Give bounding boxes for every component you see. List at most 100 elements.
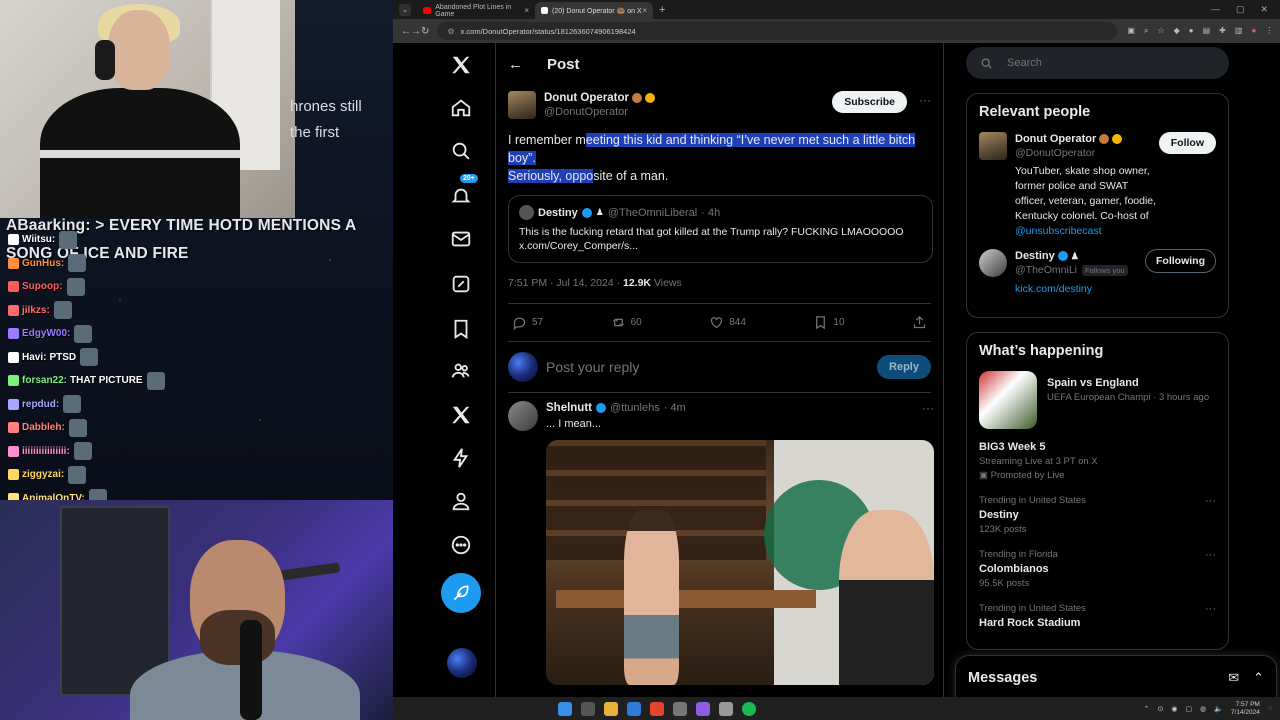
- extension-icon[interactable]: ◆: [1174, 26, 1180, 36]
- more-options-icon[interactable]: ···: [922, 401, 934, 415]
- communities-icon[interactable]: [437, 351, 485, 391]
- messages-drawer[interactable]: Messages ✉ ⌃: [955, 655, 1277, 697]
- relevant-person[interactable]: Destiny ♟ @TheOmniLi Follows you kick.co…: [979, 249, 1216, 297]
- extension-icon[interactable]: ▣: [1127, 26, 1135, 36]
- reply-action[interactable]: 57: [512, 315, 543, 330]
- menu-icon[interactable]: ⋮: [1265, 26, 1273, 36]
- expand-icon[interactable]: ⌃: [1253, 670, 1264, 686]
- reload-icon[interactable]: ↻: [421, 26, 429, 37]
- file-explorer-icon[interactable]: [604, 701, 618, 716]
- premium-x-icon[interactable]: [437, 395, 485, 435]
- taskview-icon[interactable]: [581, 701, 595, 716]
- minimize-icon[interactable]: —: [1211, 4, 1220, 15]
- spotify-icon[interactable]: [742, 701, 756, 716]
- more-options-icon[interactable]: ···: [1205, 495, 1216, 507]
- author-name[interactable]: Donut Operator: [544, 91, 629, 105]
- taskbar-clock[interactable]: 7:57 PM 7/14/2024: [1231, 701, 1260, 717]
- search-icon[interactable]: [437, 131, 485, 171]
- compose-post-button[interactable]: [441, 573, 481, 613]
- notification-center-icon[interactable]: ◌: [1268, 705, 1272, 712]
- quoted-tweet[interactable]: Destiny ♟ @TheOmniLiberal · 4h This is t…: [508, 195, 933, 263]
- share-action[interactable]: [912, 315, 927, 330]
- volume-icon[interactable]: 🔈: [1214, 705, 1223, 713]
- site-info-icon[interactable]: ⚙: [447, 27, 454, 36]
- home-icon[interactable]: [437, 88, 485, 128]
- trend-item[interactable]: Trending in United States Destiny 123K p…: [979, 495, 1216, 535]
- bookmarks-icon[interactable]: [437, 309, 485, 349]
- back-arrow-icon[interactable]: ←: [508, 56, 523, 73]
- extension-icon[interactable]: ●: [1189, 26, 1194, 36]
- zoom-icon[interactable]: ⌕: [1144, 26, 1148, 36]
- subscribe-button[interactable]: Subscribe: [832, 91, 907, 113]
- tab-search-icon[interactable]: ⌄: [399, 3, 411, 16]
- verified-badge-icon: [1057, 251, 1068, 261]
- back-icon[interactable]: ←: [401, 26, 411, 37]
- app-icon[interactable]: [719, 701, 733, 716]
- extension-icon[interactable]: ▤: [1203, 26, 1211, 36]
- featured-trend[interactable]: Spain vs England UEFA European Champi · …: [979, 371, 1216, 429]
- obs-icon[interactable]: [696, 701, 710, 716]
- more-options-icon[interactable]: ···: [919, 93, 931, 107]
- following-button[interactable]: Following: [1145, 249, 1216, 273]
- quote-time: · 4h: [701, 206, 721, 219]
- tray-icon[interactable]: ◉: [1171, 705, 1177, 713]
- relevant-person[interactable]: Donut Operator @DonutOperator YouTuber, …: [979, 132, 1216, 239]
- bookmark-action[interactable]: 10: [813, 315, 845, 330]
- messages-icon[interactable]: [437, 219, 485, 259]
- start-icon[interactable]: [558, 701, 572, 716]
- trend-item[interactable]: Trending in United States Hard Rock Stad…: [979, 603, 1216, 629]
- follow-button[interactable]: Follow: [1158, 132, 1216, 154]
- reply-image[interactable]: [546, 440, 934, 685]
- person-avatar[interactable]: [979, 249, 1007, 277]
- reply-input[interactable]: Post your reply: [546, 359, 639, 375]
- author-handle[interactable]: @DonutOperator: [544, 105, 655, 119]
- promoted-trend[interactable]: BIG3 Week 5 Streaming Live at 3 PT on X …: [979, 441, 1216, 481]
- author-avatar[interactable]: [508, 91, 536, 119]
- grok-icon[interactable]: [437, 264, 485, 304]
- account-avatar[interactable]: [447, 648, 477, 678]
- tray-icon[interactable]: ▢: [1185, 705, 1192, 713]
- reply-button[interactable]: Reply: [877, 355, 931, 379]
- like-action[interactable]: 844: [709, 315, 746, 330]
- chrome-icon[interactable]: [650, 701, 664, 716]
- trend-item[interactable]: Trending in Florida Colombianos 95.5K po…: [979, 549, 1216, 589]
- bio-link[interactable]: @unsubscribecast: [1015, 225, 1102, 237]
- close-window-icon[interactable]: ✕: [1260, 4, 1268, 15]
- new-message-icon[interactable]: ✉: [1228, 670, 1239, 686]
- profile-icon[interactable]: ●: [1251, 26, 1256, 36]
- app-icon[interactable]: [673, 701, 687, 716]
- notifications-icon[interactable]: 20+: [437, 174, 485, 216]
- verified-orgs-icon[interactable]: [437, 438, 485, 478]
- tab-x-post[interactable]: (20) Donut Operator 🍩 on X ×: [535, 2, 653, 19]
- tab-youtube[interactable]: Abandoned Plot Lines in Game ×: [417, 2, 535, 19]
- profile-icon[interactable]: [437, 481, 485, 521]
- more-options-icon[interactable]: ···: [1205, 603, 1216, 615]
- close-icon[interactable]: ×: [524, 6, 529, 15]
- reply-author-avatar[interactable]: [508, 401, 538, 431]
- maximize-icon[interactable]: ▢: [1236, 4, 1245, 15]
- chat-emote-icon: [80, 348, 99, 367]
- chat-emote-icon: [73, 442, 92, 461]
- chat-username: repdud:: [22, 398, 60, 410]
- forward-icon[interactable]: →: [411, 26, 421, 37]
- tray-icon[interactable]: ⊙: [1157, 705, 1163, 713]
- person-avatar[interactable]: [979, 132, 1007, 160]
- more-options-icon[interactable]: ···: [1205, 549, 1216, 561]
- reply-tweet[interactable]: Shelnutt @ttunlehs · 4m ··· ... I mean..…: [496, 393, 943, 693]
- search-input[interactable]: Search: [966, 47, 1229, 79]
- bio-link[interactable]: kick.com/destiny: [1015, 283, 1092, 295]
- x-logo-icon[interactable]: [437, 45, 485, 85]
- edge-icon[interactable]: [627, 701, 641, 716]
- network-icon[interactable]: ◍: [1200, 705, 1206, 713]
- bookmark-star-icon[interactable]: ☆: [1157, 26, 1164, 36]
- sidebar-icon[interactable]: ▥: [1235, 26, 1243, 36]
- puzzle-icon[interactable]: ✚: [1219, 26, 1226, 36]
- more-icon[interactable]: [437, 525, 485, 565]
- new-tab-button[interactable]: +: [659, 4, 665, 16]
- url-field[interactable]: ⚙ x.com/DonutOperator/status/18126360749…: [437, 22, 1118, 40]
- reply-author-handle[interactable]: @ttunlehs: [610, 402, 660, 414]
- reply-author-name[interactable]: Shelnutt: [546, 402, 592, 414]
- repost-action[interactable]: 60: [611, 315, 642, 330]
- tray-chevron-icon[interactable]: ⌃: [1144, 705, 1150, 713]
- close-icon[interactable]: ×: [642, 6, 647, 15]
